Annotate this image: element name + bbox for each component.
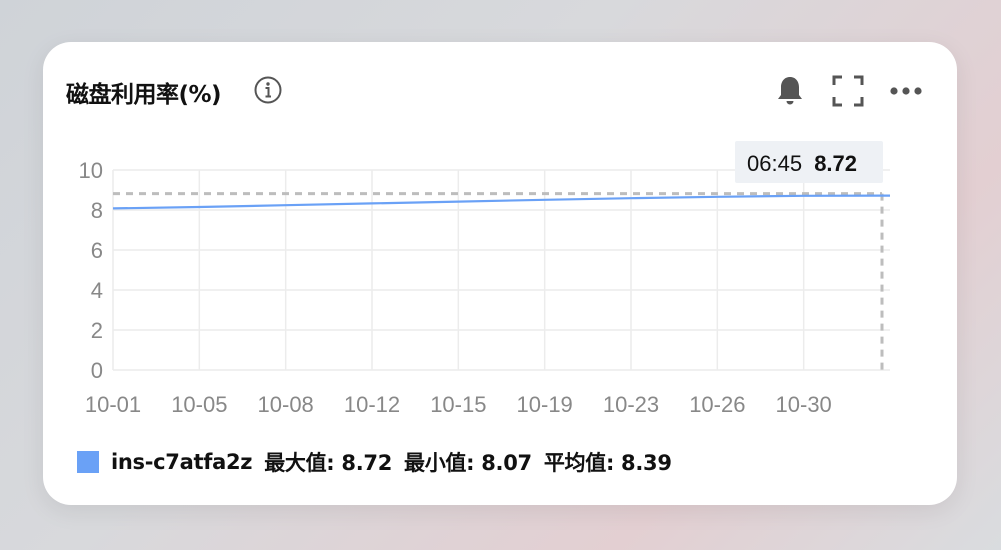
series-lines <box>112 194 890 210</box>
y-tick-label: 8 <box>91 198 103 223</box>
y-tick-label: 0 <box>91 358 103 383</box>
chart-card: 磁盘利用率(%) 0 2 4 6 8 10 10-01 10-05 10-08 10-12 10-… <box>43 42 957 505</box>
y-axis: 0 2 4 6 8 10 <box>79 158 103 383</box>
y-tick-label: 10 <box>79 158 103 183</box>
y-tick-label: 2 <box>91 318 103 343</box>
x-axis: 10-01 10-05 10-08 10-12 10-15 10-19 10-23 10-26… <box>85 392 832 417</box>
tooltip-time: 06:45 <box>747 151 802 176</box>
x-tick-label: 10-19 <box>517 392 573 417</box>
series-line[interactable] <box>112 194 890 210</box>
svg-text:06:45 8.72: 06:45 8.72 <box>747 151 857 176</box>
x-tick-label: 10-15 <box>430 392 486 417</box>
x-tick-label: 10-08 <box>258 392 314 417</box>
x-tick-label: 10-12 <box>344 392 400 417</box>
line-chart: 0246810 10-01 10-05 10-08 10-12 10-15 10-19 10… <box>79 141 890 417</box>
legend-swatch <box>77 451 99 473</box>
x-tick-label: 10-23 <box>603 392 659 417</box>
legend-min: 最小值: 8.07 <box>404 451 532 475</box>
y-tick-label: 4 <box>91 278 103 303</box>
hover-marker <box>113 192 884 370</box>
legend: ins-c7atfa2z 最大值: 8.72 最小值: 8.07 平均值: 8.… <box>77 448 672 476</box>
tooltip-value: 8.72 <box>814 151 857 176</box>
legend-avg: 平均值: 8.39 <box>543 451 672 475</box>
x-tick-label: 10-30 <box>776 392 832 417</box>
x-tick-label: 10-26 <box>689 392 745 417</box>
x-tick-label: 10-01 <box>85 392 141 417</box>
tooltip: 06:45 8.72 <box>735 141 883 183</box>
legend-series-name[interactable]: ins-c7atfa2z <box>111 450 252 474</box>
y-tick-label: 6 <box>91 238 103 263</box>
legend-max: 最大值: 8.72 <box>264 451 393 475</box>
x-tick-label: 10-05 <box>171 392 227 417</box>
